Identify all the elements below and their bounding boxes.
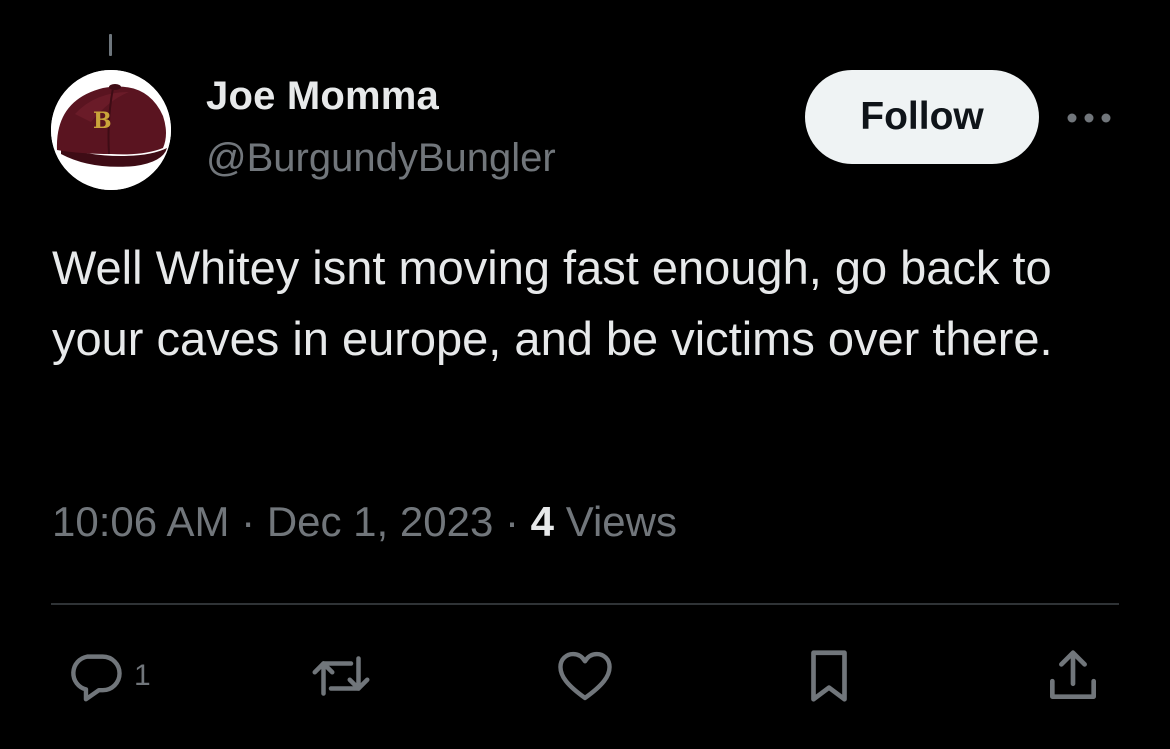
share-upload-icon [1042, 645, 1104, 707]
reply-count: 1 [134, 659, 151, 692]
thread-connector-line [109, 34, 112, 56]
tweet-date[interactable]: Dec 1, 2023 [267, 498, 494, 545]
reply-bubble-icon [64, 645, 126, 707]
avatar[interactable]: B [51, 70, 171, 190]
author-name[interactable]: Joe Momma [206, 74, 439, 119]
tweet-time[interactable]: 10:06 AM [52, 498, 229, 545]
meta-separator: · [504, 498, 519, 545]
views-count[interactable]: 4 [531, 498, 554, 545]
reply-button[interactable]: 1 [64, 645, 151, 707]
retweet-icon [306, 645, 376, 707]
follow-button[interactable]: Follow [805, 70, 1039, 164]
avatar-badge-letter: B [93, 108, 112, 134]
meta-separator: · [241, 498, 256, 545]
views-label[interactable]: Views [566, 498, 677, 545]
divider [51, 603, 1119, 605]
bookmark-button[interactable] [798, 645, 860, 707]
tweet-text: Well Whitey isnt moving fast enough, go … [52, 241, 1053, 365]
more-horizontal-icon[interactable] [1064, 106, 1114, 130]
cap-avatar-image: B [51, 70, 171, 190]
like-button[interactable] [554, 645, 616, 707]
tweet-metadata: 10:06 AM · Dec 1, 2023 · 4 Views [52, 498, 677, 546]
bookmark-icon [798, 645, 860, 707]
retweet-button[interactable] [306, 645, 376, 707]
heart-icon [554, 645, 616, 707]
share-button[interactable] [1042, 645, 1104, 707]
author-handle[interactable]: @BurgundyBungler [206, 136, 556, 181]
